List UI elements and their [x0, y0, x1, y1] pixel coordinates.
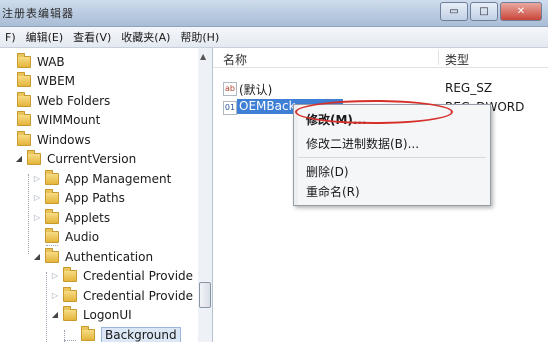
folder-icon	[45, 188, 59, 204]
string-value-icon: ab	[223, 82, 237, 96]
menu-help[interactable]: 帮助(H)	[175, 29, 224, 45]
tree-guide	[46, 272, 47, 342]
tree-item-logonui[interactable]: ◢ LogonUI	[50, 305, 132, 324]
column-header: 名称 类型	[213, 48, 548, 68]
folder-icon	[17, 52, 31, 68]
folder-icon	[27, 149, 41, 165]
menu-item-delete[interactable]: 删除(D)	[306, 163, 349, 180]
scroll-up-icon[interactable]: ▲	[200, 52, 206, 61]
column-divider[interactable]	[438, 50, 439, 65]
folder-icon	[17, 91, 31, 107]
folder-icon	[81, 325, 95, 341]
menu-file[interactable]: F)	[0, 31, 21, 44]
tree-item-currentversion[interactable]: ◢ CurrentVersion	[14, 149, 136, 168]
minimize-button[interactable]: ▭	[440, 2, 468, 21]
tree-item-windows[interactable]: Windows	[4, 130, 91, 149]
folder-icon	[17, 71, 31, 87]
collapsed-arrow-icon[interactable]: ▷	[50, 291, 60, 300]
tree-item-label: Background	[101, 326, 181, 342]
tree-item-label: Windows	[37, 132, 91, 147]
menu-bar: F) 编辑(E) 查看(V) 收藏夹(A) 帮助(H)	[0, 27, 548, 48]
tree-item-label: WIMMount	[37, 112, 101, 127]
menu-view[interactable]: 查看(V)	[68, 29, 116, 45]
collapsed-arrow-icon[interactable]: ▷	[32, 213, 42, 222]
folder-icon	[45, 247, 59, 263]
tree-item-label: App Paths	[65, 190, 125, 205]
title-bar[interactable]: 注册表编辑器 ▭ □ ✕	[0, 0, 548, 27]
tree-item-label: WAB	[37, 54, 65, 69]
collapsed-arrow-icon[interactable]: ▷	[32, 174, 42, 183]
close-button[interactable]: ✕	[500, 2, 542, 21]
tree-item-label: Credential Provide	[83, 288, 194, 303]
menu-item-modify-binary[interactable]: 修改二进制数据(B)...	[306, 135, 419, 152]
column-name[interactable]: 名称	[223, 51, 247, 68]
tree-item-background[interactable]: Background	[68, 325, 181, 342]
tree-item-audio[interactable]: Audio	[32, 227, 99, 246]
tree-item-wbem[interactable]: WBEM	[4, 71, 75, 90]
window-controls: ▭ □ ✕	[438, 2, 542, 21]
tree-guide	[28, 174, 29, 254]
tree-item-label: LogonUI	[83, 307, 132, 322]
menu-gutter	[294, 105, 298, 205]
expanded-arrow-icon[interactable]: ◢	[14, 154, 24, 163]
collapsed-arrow-icon[interactable]: ▷	[32, 193, 42, 202]
folder-icon	[45, 208, 59, 224]
tree-item-wimmount[interactable]: WIMMount	[4, 110, 100, 129]
tree-item-label: CurrentVersion	[47, 151, 137, 166]
value-type: REG_SZ	[445, 81, 493, 95]
maximize-icon: □	[479, 6, 489, 17]
tree-item-applets[interactable]: ▷ Applets	[32, 208, 110, 227]
expanded-arrow-icon[interactable]: ◢	[50, 310, 60, 319]
menu-favorites[interactable]: 收藏夹(A)	[116, 29, 175, 45]
folder-icon	[63, 286, 77, 302]
folder-icon	[17, 130, 31, 146]
value-row[interactable]: ab (默认) REG_SZ	[213, 79, 548, 97]
window-title: 注册表编辑器	[2, 7, 74, 20]
tree-item-authentication[interactable]: ◢ Authentication	[32, 247, 153, 266]
maximize-button[interactable]: □	[470, 2, 498, 21]
folder-icon	[63, 305, 77, 321]
column-type[interactable]: 类型	[445, 51, 469, 68]
menu-separator	[298, 157, 486, 158]
menu-edit[interactable]: 编辑(E)	[21, 29, 69, 45]
folder-icon	[45, 169, 59, 185]
tree-item-web-folders[interactable]: Web Folders	[4, 91, 110, 110]
collapsed-arrow-icon[interactable]: ▷	[50, 271, 60, 280]
expanded-arrow-icon[interactable]: ◢	[32, 252, 42, 261]
tree-item-label: Audio	[65, 229, 100, 244]
tree-item-label: Credential Provide	[83, 268, 194, 283]
tree-item-credential-provider-1[interactable]: ▷ Credential Provide	[50, 266, 193, 285]
value-name: (默认)	[239, 83, 273, 97]
tree-item-app-management[interactable]: ▷ App Management	[32, 169, 171, 188]
registry-tree[interactable]: WAB WBEM Web Folders WIMMount Windows ◢ …	[0, 48, 199, 342]
folder-icon	[45, 227, 59, 243]
scrollbar-thumb[interactable]	[199, 282, 211, 308]
folder-icon	[17, 110, 31, 126]
tree-item-app-paths[interactable]: ▷ App Paths	[32, 188, 125, 207]
tree-item-credential-provider-2[interactable]: ▷ Credential Provide	[50, 286, 193, 305]
tree-item-label: App Management	[65, 171, 172, 186]
tree-scrollbar[interactable]: ▲	[198, 48, 213, 342]
menu-item-rename[interactable]: 重命名(R)	[306, 183, 360, 200]
tree-item-label: Web Folders	[37, 93, 111, 108]
highlight-annotation	[295, 100, 453, 124]
folder-icon	[63, 266, 77, 282]
tree-item-label: Applets	[65, 210, 111, 225]
tree-item-wab[interactable]: WAB	[4, 52, 65, 71]
dword-value-icon: 01	[223, 101, 237, 115]
tree-item-label: Authentication	[65, 249, 154, 264]
tree-item-label: WBEM	[37, 73, 76, 88]
